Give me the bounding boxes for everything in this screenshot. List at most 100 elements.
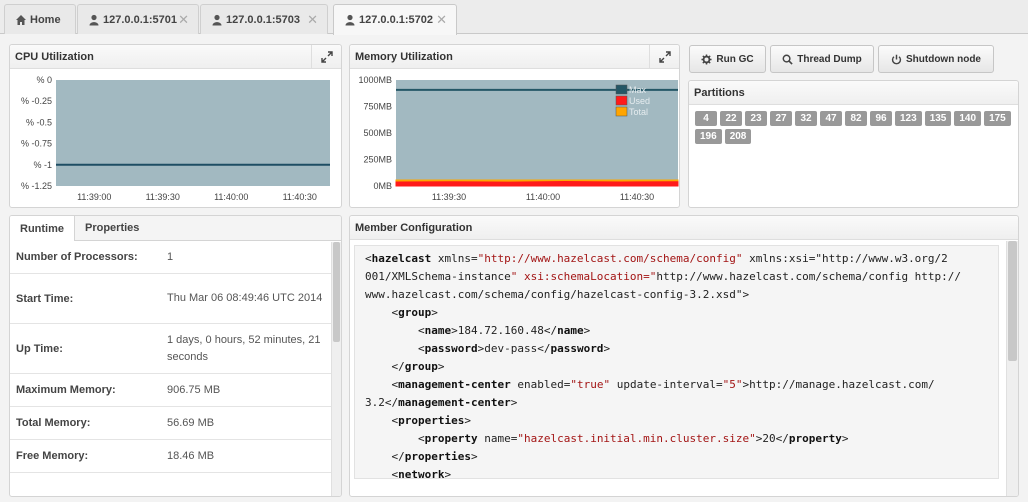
runtime-panel: Runtime Properties Number of Processors:… <box>9 215 342 497</box>
y-tick-label: 0MB <box>373 181 392 191</box>
partitions-panel: Partitions 4 22 23 27 32 47 82 96 123 135 140 175 19… <box>688 80 1019 208</box>
scrollbar-thumb[interactable] <box>1008 241 1017 361</box>
memory-panel-title: Memory Utilization <box>355 50 453 63</box>
user-icon <box>345 14 355 26</box>
runtime-label: Start Time: <box>16 292 74 305</box>
memory-chart: 1000MB 750MB 500MB 250MB 0MB 11:39:30 11:40:00… <box>358 75 679 202</box>
runtime-scrollbar[interactable] <box>331 242 341 496</box>
config-line: <password>dev-pass</password> <box>365 342 611 355</box>
config-line: </properties> <box>365 450 478 463</box>
partition-badge: 22 <box>720 111 742 126</box>
partition-badge: 208 <box>724 129 752 144</box>
power-icon <box>891 54 902 64</box>
partition-badge: 196 <box>695 129 722 144</box>
partitions-title: Partitions <box>694 86 745 99</box>
y-tick-label: 250MB <box>363 155 392 165</box>
tab-label: 127.0.0.1:5702 <box>359 14 434 26</box>
run-gc-button[interactable]: Run GC <box>689 45 766 73</box>
runtime-label: Number of Processors: <box>16 251 138 263</box>
runtime-label: Up Time: <box>16 342 63 355</box>
partition-badge: 27 <box>770 111 792 126</box>
partition-badge: 47 <box>820 111 842 126</box>
runtime-label: Free Memory: <box>16 450 89 462</box>
user-icon <box>89 14 99 25</box>
memory-panel: Memory Utilization 1000MB 750MB 500MB 250MB… <box>349 44 680 208</box>
tab-runtime[interactable]: Runtime <box>10 216 75 241</box>
gear-icon <box>701 53 712 65</box>
cpu-panel-title: CPU Utilization <box>15 50 94 63</box>
runtime-row: Up Time: 1 days, 0 hours, 52 minutes, 21… <box>10 324 332 374</box>
y-tick-label: % -1.25 <box>21 181 52 191</box>
tab-properties[interactable]: Properties <box>75 216 149 240</box>
config-scrollbar[interactable] <box>1006 241 1018 496</box>
runtime-label: Total Memory: <box>16 417 91 429</box>
y-tick-label: 500MB <box>363 128 392 138</box>
scrollbar-thumb[interactable] <box>333 242 340 342</box>
search-icon <box>782 54 793 65</box>
legend-label: Used <box>629 96 650 106</box>
runtime-value: 18.46 MB <box>167 449 215 462</box>
runtime-value: 1 days, 0 hours, 52 minutes, 21 seconds <box>167 333 321 363</box>
y-tick-label: % -0.75 <box>21 139 52 149</box>
legend-label: Total <box>629 107 648 117</box>
tab-node-5703[interactable]: 127.0.0.1:5703 ✕ <box>200 4 328 34</box>
expand-icon[interactable] <box>311 45 341 69</box>
config-line: <properties> <box>365 414 471 427</box>
thread-dump-button[interactable]: Thread Dump <box>770 45 874 73</box>
tab-node-5701[interactable]: 127.0.0.1:5701 ✕ <box>77 4 199 34</box>
cpu-panel-header: CPU Utilization <box>10 45 341 69</box>
runtime-value: 906.75 MB <box>167 383 221 396</box>
thread-dump-label: Thread Dump <box>797 53 862 65</box>
tab-label: 127.0.0.1:5701 <box>103 13 178 26</box>
partition-badge: 135 <box>924 111 952 126</box>
y-tick-label: 1000MB <box>358 75 392 85</box>
y-tick-label: % -1 <box>33 160 52 170</box>
partition-badge: 32 <box>795 111 817 126</box>
x-tick-label: 11:40:00 <box>214 192 248 202</box>
runtime-tabs: Runtime Properties <box>10 216 341 241</box>
config-line: <hazelcast xmlns="http://www.hazelcast.c… <box>365 252 948 265</box>
user-icon <box>212 14 222 25</box>
y-tick-label: % -0.5 <box>26 117 52 127</box>
tab-bar: Home 127.0.0.1:5701 ✕ 127.0.0.1:5703 ✕ 1… <box>0 0 1028 35</box>
tab-home[interactable]: Home <box>4 4 76 34</box>
partition-badge: 96 <box>870 111 892 126</box>
tab-label: 127.0.0.1:5703 <box>226 13 301 26</box>
runtime-label: Maximum Memory: <box>16 384 116 396</box>
y-tick-label: % 0 <box>36 75 52 85</box>
member-config-code: <hazelcast xmlns="http://www.hazelcast.c… <box>354 245 999 479</box>
partition-badge: 123 <box>895 111 922 126</box>
partition-badge: 140 <box>954 111 982 126</box>
memory-panel-header: Memory Utilization <box>350 45 679 69</box>
tab-node-5702[interactable]: 127.0.0.1:5702 ✕ <box>333 4 457 35</box>
member-config-panel: Member Configuration <hazelcast xmlns="h… <box>349 215 1019 497</box>
legend-label: Max <box>629 85 647 95</box>
config-line: 001/XMLSchema-instance" xsi:schemaLocati… <box>365 270 962 283</box>
legend-swatch <box>615 106 628 117</box>
x-tick-label: 11:40:30 <box>620 192 654 202</box>
partition-badge: 4 <box>695 111 717 126</box>
x-tick-label: 11:39:30 <box>146 192 180 202</box>
close-icon[interactable]: ✕ <box>178 12 189 28</box>
partition-list: 4 22 23 27 32 47 82 96 123 135 140 175 196 208 <box>695 111 1015 144</box>
config-line: 3.2</management-center> <box>365 396 518 409</box>
config-line: <property name="hazelcast.initial.min.cl… <box>365 432 849 445</box>
runtime-value: Thu Mar 06 08:49:46 UTC 2014 <box>167 292 323 304</box>
x-tick-label: 11:40:00 <box>526 192 560 202</box>
cpu-plot-area <box>56 80 330 186</box>
shutdown-node-button[interactable]: Shutdown node <box>878 45 994 73</box>
run-gc-label: Run GC <box>716 53 754 65</box>
cpu-chart: % 0 % -0.25 % -0.5 % -0.75 % -1 % -1.25 11:39:… <box>21 75 330 202</box>
x-tick-label: 11:40:30 <box>283 192 317 202</box>
close-icon[interactable]: ✕ <box>436 12 447 28</box>
close-icon[interactable]: ✕ <box>307 12 318 28</box>
config-line: <network> <box>365 468 452 479</box>
partition-badge: 23 <box>745 111 767 126</box>
partitions-panel-header: Partitions <box>689 81 1018 105</box>
runtime-row: Total Memory: 56.69 MB <box>10 407 332 440</box>
runtime-value: 56.69 MB <box>167 416 215 429</box>
runtime-row: Start Time: Thu Mar 06 08:49:46 UTC 2014 <box>10 274 332 324</box>
expand-icon[interactable] <box>649 45 679 69</box>
y-tick-label: 750MB <box>363 102 392 112</box>
runtime-row: Number of Processors: 1 <box>10 241 332 274</box>
